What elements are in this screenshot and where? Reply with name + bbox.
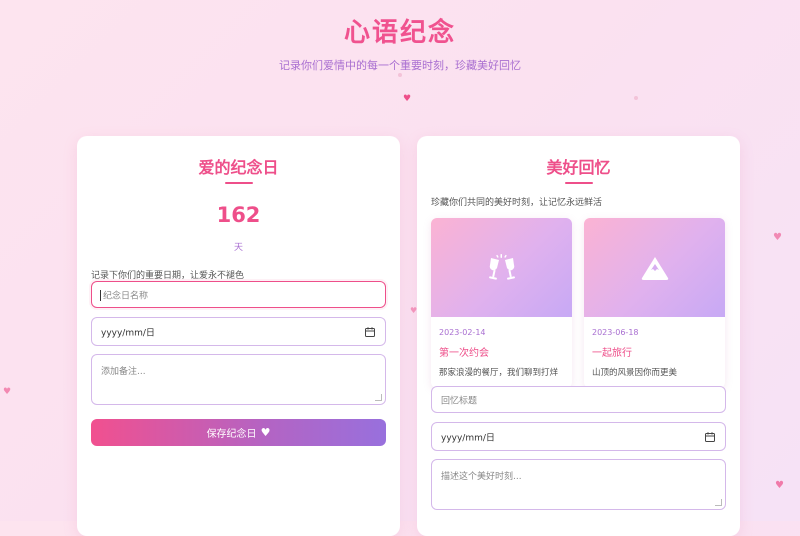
anniversary-note-placeholder: 添加备注... xyxy=(101,367,146,377)
anniversary-title: 爱的纪念日 xyxy=(198,158,279,177)
memory-image xyxy=(584,218,725,317)
memory-date: 2023-06-18 xyxy=(592,328,639,337)
memories-description: 珍藏你们共同的美好时刻，让记忆永远鲜活 xyxy=(431,198,603,208)
anniversary-description: 记录下你们的重要日期，让爱永不褪色 xyxy=(91,271,245,281)
memory-title-input[interactable]: 回忆标题 xyxy=(431,386,726,413)
memory-description-placeholder: 描述这个美好时刻... xyxy=(441,472,522,482)
memories-card: 美好回忆 珍藏你们共同的美好时刻，让记忆永远鲜活 2023-02-14 第一次约… xyxy=(417,136,740,536)
decorative-dot xyxy=(634,96,638,100)
heart-icon: ♥ xyxy=(403,94,412,104)
memory-card[interactable]: 2023-02-14 第一次约会 那家浪漫的餐厅，我们聊到打烊 xyxy=(431,218,572,388)
memory-text: 山顶的风景因你而更美 xyxy=(592,368,678,378)
memories-title: 美好回忆 xyxy=(546,158,611,177)
save-button-label: 保存纪念日 xyxy=(206,429,257,440)
heart-icon: ♥ xyxy=(775,480,784,491)
memory-title-placeholder: 回忆标题 xyxy=(441,396,478,406)
calendar-icon[interactable] xyxy=(365,326,375,337)
title-underline xyxy=(565,182,593,184)
mountain-icon xyxy=(641,256,668,280)
memory-title: 一起旅行 xyxy=(592,348,632,359)
anniversary-name-placeholder: 纪念日名称 xyxy=(103,291,149,301)
memory-image xyxy=(431,218,572,317)
memory-title: 第一次约会 xyxy=(439,348,489,359)
anniversary-note-textarea[interactable]: 添加备注... xyxy=(91,354,386,405)
calendar-icon[interactable] xyxy=(705,431,715,442)
toast-glasses-icon xyxy=(488,253,515,280)
resize-handle[interactable] xyxy=(715,499,722,506)
anniversary-card: 爱的纪念日 162 天 记录下你们的重要日期，让爱永不褪色 纪念日名称 yyyy… xyxy=(77,136,400,536)
memory-text: 那家浪漫的餐厅，我们聊到打烊 xyxy=(439,368,559,378)
days-count: 162 xyxy=(216,203,261,227)
days-unit: 天 xyxy=(233,243,243,253)
memory-description-textarea[interactable]: 描述这个美好时刻... xyxy=(431,459,726,510)
memory-date: 2023-02-14 xyxy=(439,328,486,337)
decorative-dot xyxy=(398,73,402,77)
text-caret xyxy=(100,290,101,301)
heart-icon: ♥ xyxy=(3,387,12,397)
anniversary-date-placeholder: yyyy/mm/日 xyxy=(101,328,155,338)
heart-icon: ♥ xyxy=(773,232,782,243)
anniversary-name-input[interactable]: 纪念日名称 xyxy=(91,281,386,308)
memory-card[interactable]: 2023-06-18 一起旅行 山顶的风景因你而更美 xyxy=(584,218,725,388)
page-title: 心语纪念 xyxy=(343,18,456,48)
memory-date-input[interactable]: yyyy/mm/日 xyxy=(431,422,726,451)
title-underline xyxy=(225,182,253,184)
anniversary-date-input[interactable]: yyyy/mm/日 xyxy=(91,317,386,346)
heart-icon: ♥ xyxy=(260,426,271,439)
resize-handle[interactable] xyxy=(375,394,382,401)
page-subtitle: 记录你们爱情中的每一个重要时刻，珍藏美好回忆 xyxy=(279,59,521,72)
memory-date-placeholder: yyyy/mm/日 xyxy=(441,433,495,443)
save-anniversary-button[interactable]: 保存纪念日 ♥ xyxy=(91,419,386,446)
